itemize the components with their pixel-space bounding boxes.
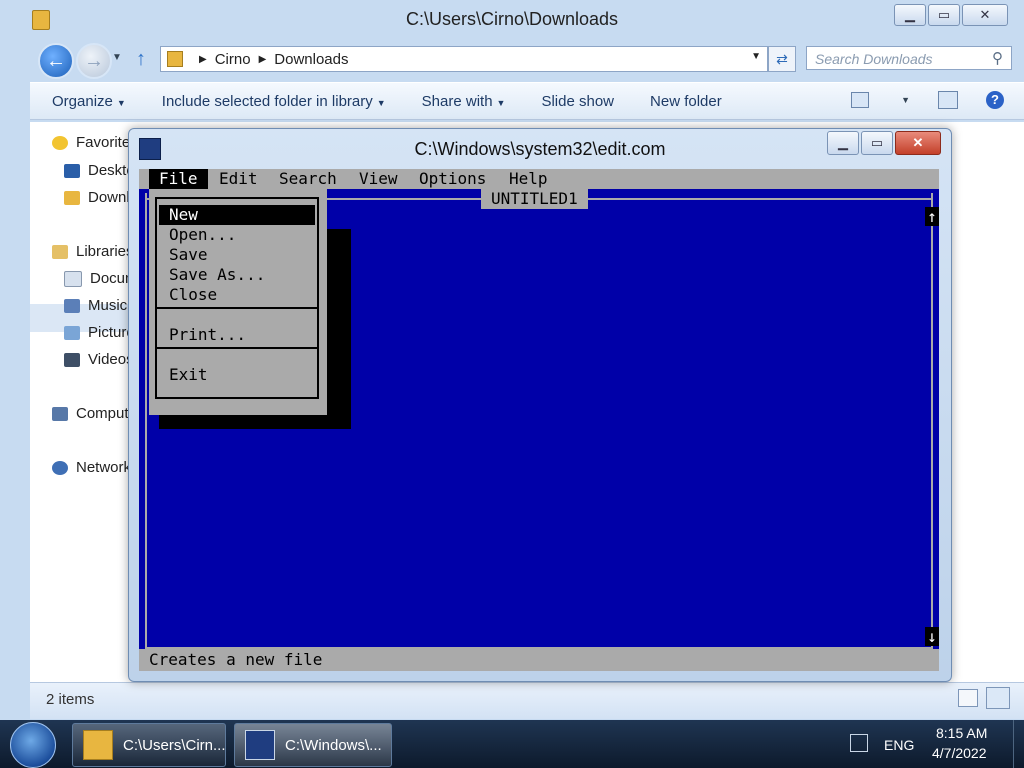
search-icon[interactable]: ⚲ xyxy=(992,47,1003,71)
slide-show-button[interactable]: Slide show xyxy=(541,93,614,110)
large-icons-view-icon[interactable] xyxy=(986,687,1010,709)
network-icon xyxy=(52,460,68,475)
address-dropdown[interactable]: ▼ xyxy=(751,51,761,62)
share-with-button[interactable]: Share with ▼ xyxy=(422,93,506,110)
back-arrow-icon[interactable]: ← xyxy=(38,43,74,79)
menu-search[interactable]: Search xyxy=(269,169,347,189)
maximize-button[interactable]: ▭ xyxy=(861,131,893,155)
nav-item-label: Music xyxy=(88,297,128,314)
music-icon xyxy=(64,298,80,313)
scroll-down-arrow-icon[interactable]: ↓ xyxy=(925,627,939,646)
dos-status-bar: Creates a new file xyxy=(139,649,939,671)
menu-item-open[interactable]: Open... xyxy=(169,225,236,245)
preview-pane-icon[interactable] xyxy=(938,91,958,109)
ms-dos-app-icon xyxy=(245,730,275,760)
minimize-button[interactable]: ▁ xyxy=(894,4,926,26)
videos-icon xyxy=(64,352,80,367)
show-desktop-button[interactable] xyxy=(1013,720,1024,768)
search-input[interactable]: Search Downloads ⚲ xyxy=(806,46,1012,70)
menu-item-save-as[interactable]: Save As... xyxy=(169,265,265,285)
language-indicator[interactable]: ENG xyxy=(884,737,914,753)
taskbar: C:\Users\Cirn... C:\Windows\... ENG 8:15… xyxy=(0,720,1024,768)
folder-icon xyxy=(167,51,183,67)
menu-view[interactable]: View xyxy=(349,169,408,189)
navigation-pane: Favorites Desktop Downloads Libraries Do… xyxy=(30,122,154,682)
menu-separator xyxy=(157,347,317,349)
clock-time[interactable]: 8:15 AM xyxy=(936,725,987,741)
close-button[interactable]: ✕ xyxy=(895,131,941,155)
taskbar-item-edit[interactable]: C:\Windows\... xyxy=(234,723,392,767)
include-in-library-button[interactable]: Include selected folder in library ▼ xyxy=(162,93,386,110)
menu-help[interactable]: Help xyxy=(499,169,558,189)
navigation-bar: ← → ▼ ↑ ▶ Cirno ▶ Downloads ▼ ⇄ Search D… xyxy=(0,40,1024,80)
file-menu-dropdown: New Open... Save Save As... Close Print.… xyxy=(149,189,327,415)
library-icon xyxy=(52,244,68,259)
chevron-down-icon: ▼ xyxy=(376,97,386,108)
details-view-icon[interactable] xyxy=(958,689,978,707)
dos-menubar: File Edit Search View Options Help xyxy=(139,169,939,189)
search-placeholder: Search Downloads xyxy=(815,51,933,67)
change-view-icon[interactable] xyxy=(851,92,870,108)
breadcrumb-cirno[interactable]: Cirno xyxy=(215,51,251,68)
nav-item-label: Network xyxy=(76,459,132,476)
menu-separator xyxy=(157,307,317,309)
explorer-titlebar[interactable]: C:\Users\Cirno\Downloads ▁ ▭ ✕ xyxy=(0,0,1024,38)
organize-button[interactable]: Organize ▼ xyxy=(52,93,126,110)
new-folder-button[interactable]: New folder xyxy=(650,93,722,110)
close-button[interactable]: ✕ xyxy=(962,4,1008,26)
taskbar-item-explorer[interactable]: C:\Users\Cirn... xyxy=(72,723,226,767)
file-menu-frame: New Open... Save Save As... Close Print.… xyxy=(155,197,319,399)
help-icon[interactable]: ? xyxy=(986,91,1004,109)
dos-console[interactable]: File Edit Search View Options Help UNTIT… xyxy=(139,169,939,671)
chevron-down-icon: ▼ xyxy=(496,97,506,108)
taskbar-item-label: C:\Windows\... xyxy=(285,736,382,754)
start-button[interactable] xyxy=(10,722,56,768)
breadcrumb-downloads[interactable]: Downloads xyxy=(274,51,348,68)
scroll-up-arrow-icon[interactable]: ↑ xyxy=(925,207,939,226)
refresh-icon[interactable]: ⇄ xyxy=(768,46,796,72)
edit-com-window: C:\Windows\system32\edit.com ▁ ▭ ✕ File … xyxy=(128,128,952,682)
pictures-icon xyxy=(64,325,80,340)
desktop-icon xyxy=(64,163,80,178)
share-with-label: Share with xyxy=(421,92,493,110)
item-count: 2 items xyxy=(46,691,95,708)
command-bar: Organize ▼ Include selected folder in lib… xyxy=(30,82,1024,120)
minimize-button[interactable]: ▁ xyxy=(827,131,859,155)
up-arrow-icon[interactable]: ↑ xyxy=(136,48,146,71)
folder-icon xyxy=(83,730,113,760)
network-tray-icon[interactable] xyxy=(850,734,868,752)
forward-arrow-icon[interactable]: → xyxy=(76,43,112,79)
organize-label: Organize xyxy=(52,92,113,110)
address-bar[interactable]: ▶ Cirno ▶ Downloads ▼ xyxy=(160,46,768,72)
breadcrumb-separator[interactable]: ▶ xyxy=(199,54,207,65)
star-icon xyxy=(52,135,68,150)
details-statusbar: 2 items xyxy=(30,682,1024,719)
menu-item-print[interactable]: Print... xyxy=(169,325,246,345)
computer-icon xyxy=(52,406,68,421)
clock-date[interactable]: 4/7/2022 xyxy=(932,745,987,761)
nav-item-label: Videos xyxy=(88,351,134,368)
recent-pages-dropdown[interactable]: ▼ xyxy=(112,52,122,63)
menu-item-save[interactable]: Save xyxy=(169,245,208,265)
breadcrumb-separator[interactable]: ▶ xyxy=(259,54,267,65)
include-library-label: Include selected folder in library xyxy=(161,92,373,110)
menu-file[interactable]: File xyxy=(149,169,208,189)
nav-item-label: Libraries xyxy=(76,243,134,260)
chevron-down-icon: ▼ xyxy=(116,97,126,108)
chevron-down-icon[interactable]: ▼ xyxy=(901,95,910,105)
folder-icon xyxy=(64,190,80,205)
menu-item-exit[interactable]: Exit xyxy=(169,365,208,385)
menu-item-close[interactable]: Close xyxy=(169,285,217,305)
menu-item-new[interactable]: New xyxy=(159,205,315,225)
menu-options[interactable]: Options xyxy=(409,169,496,189)
explorer-window-title: C:\Users\Cirno\Downloads xyxy=(405,9,619,29)
taskbar-item-label: C:\Users\Cirn... xyxy=(123,736,226,754)
documents-icon xyxy=(64,270,82,287)
document-title: UNTITLED1 xyxy=(481,189,588,209)
maximize-button[interactable]: ▭ xyxy=(928,4,960,26)
menu-edit[interactable]: Edit xyxy=(209,169,268,189)
